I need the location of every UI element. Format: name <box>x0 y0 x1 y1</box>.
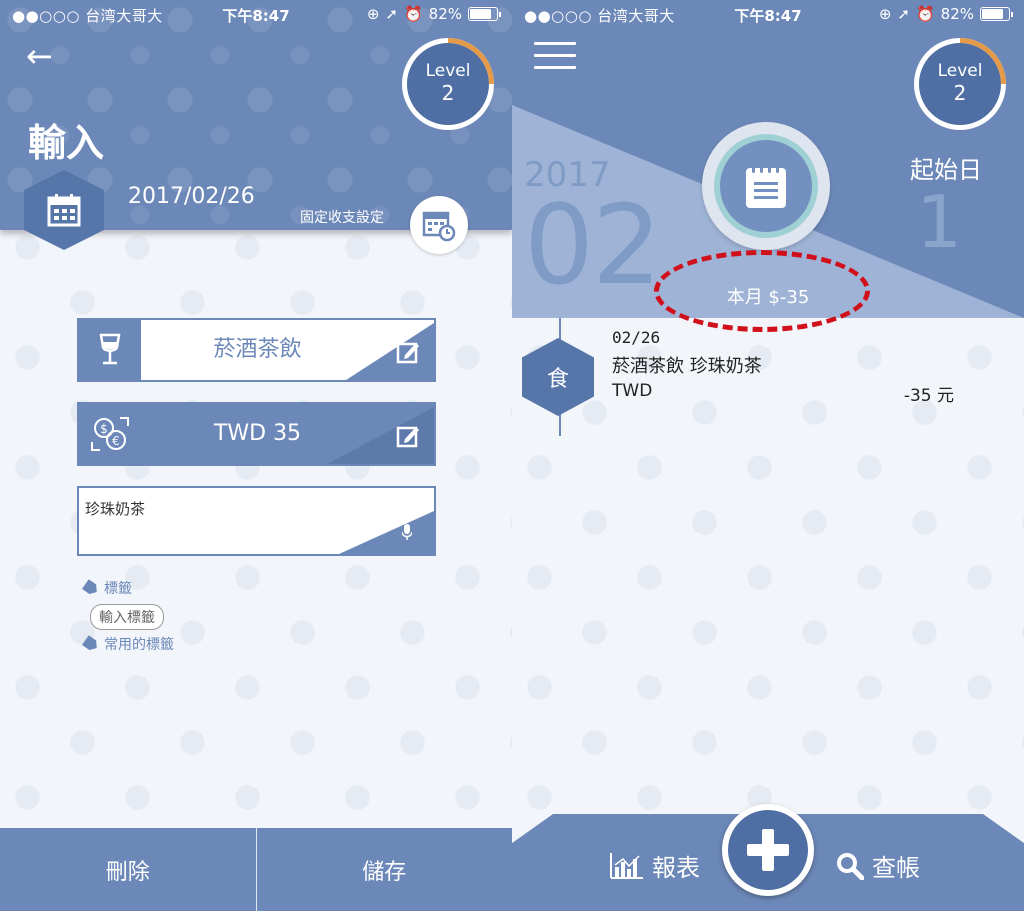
mic-glyph <box>401 524 413 540</box>
save-button[interactable]: 儲存 <box>257 828 513 911</box>
edit-icon[interactable] <box>396 424 420 452</box>
lookup-button[interactable]: 查帳 <box>836 848 920 883</box>
notepad-button[interactable] <box>702 122 830 250</box>
lock-icon: ⊕ <box>878 5 892 23</box>
add-record-button[interactable] <box>722 804 814 896</box>
memo-field[interactable]: 珍珠奶茶 <box>77 486 436 556</box>
bottom-action-bar: 刪除 儲存 <box>0 828 512 911</box>
calendar-icon <box>47 194 81 227</box>
battery-percent: 82% <box>428 5 462 23</box>
status-bar: ●●○○○ 台湾大哥大 下午8:47 ⊕ ➚ ⏰ 82% <box>512 0 1024 28</box>
lock-icon: ⊕ <box>366 5 380 23</box>
tags-label: 標籤 <box>104 581 132 597</box>
edit-pen-icon <box>396 342 419 364</box>
level-badge: Level 2 <box>914 38 1006 130</box>
common-tags-label: 常用的標籤 <box>104 637 174 653</box>
alarm-icon: ⏰ <box>915 5 935 23</box>
notepad-icon <box>746 163 786 208</box>
category-badge: 食 <box>522 338 594 416</box>
date-value[interactable]: 2017/02/26 <box>128 184 255 209</box>
transaction-currency: TWD <box>612 381 653 401</box>
level-badge: Level 2 <box>402 38 494 130</box>
plus-icon <box>747 829 789 871</box>
category-icon-box <box>79 320 141 380</box>
annotation-oval <box>654 250 870 332</box>
level-progress-ring <box>447 38 494 85</box>
amount-icon-box: $ € <box>79 404 141 464</box>
divider <box>255 828 257 911</box>
tag-icon <box>82 579 100 597</box>
transaction-date: 02/26 <box>612 328 661 347</box>
tag-input-button[interactable]: 輸入標籤 <box>90 604 164 630</box>
level-progress-ring <box>959 38 1006 85</box>
input-screen: ●●○○○ 台湾大哥大 下午8:47 ⊕ ➚ ⏰ 82% ← 輸入 Level … <box>0 0 512 911</box>
location-icon: ➚ <box>385 5 398 23</box>
transaction-amount: -35 元 <box>903 386 954 406</box>
status-right: ⊕ ➚ ⏰ 82% <box>878 5 1013 23</box>
status-bar: ●●○○○ 台湾大哥大 下午8:47 ⊕ ➚ ⏰ 82% <box>0 0 512 28</box>
tag-icon <box>82 635 100 653</box>
search-icon <box>837 852 864 880</box>
fixed-settings-label: 固定收支設定 <box>300 210 384 226</box>
hamburger-menu-icon[interactable] <box>534 42 576 78</box>
report-button[interactable]: 報表 <box>610 848 700 883</box>
alarm-icon: ⏰ <box>403 5 423 23</box>
transaction-description[interactable]: 菸酒茶飲 珍珠奶茶 <box>612 352 762 378</box>
svg-text:€: € <box>112 434 120 448</box>
edit-pen-icon <box>396 426 419 448</box>
start-day-value: 1 <box>916 180 962 264</box>
page-title: 輸入 <box>28 121 105 165</box>
ledger-screen: 2017 02 起始日 1 ●●○○○ 台湾大哥大 下午8:47 ⊕ ➚ ⏰ 8… <box>512 0 1024 911</box>
fixed-settings-button[interactable] <box>410 196 468 254</box>
delete-button[interactable]: 刪除 <box>0 828 256 911</box>
edit-icon[interactable] <box>396 340 420 368</box>
tags-row: 標籤 <box>84 578 132 598</box>
battery-icon <box>980 7 1013 21</box>
bar-chart-icon <box>610 852 643 879</box>
battery-percent: 82% <box>940 5 974 23</box>
amount-value: TWD 35 <box>213 421 302 446</box>
amount-field[interactable]: $ € TWD 35 <box>77 402 436 466</box>
calendar-alarm-icon <box>422 211 456 242</box>
memo-text[interactable]: 珍珠奶茶 <box>85 498 145 519</box>
microphone-icon[interactable] <box>401 524 413 544</box>
status-right: ⊕ ➚ ⏰ 82% <box>366 5 501 23</box>
common-tags-row[interactable]: 常用的標籤 <box>84 634 174 654</box>
svg-text:$: $ <box>100 422 108 436</box>
category-field[interactable]: 菸酒茶飲 <box>77 318 436 382</box>
category-value: 菸酒茶飲 <box>213 337 302 362</box>
lookup-label: 查帳 <box>872 854 920 882</box>
back-arrow-icon[interactable]: ← <box>26 40 53 72</box>
location-icon: ➚ <box>897 5 910 23</box>
currency-exchange-icon: $ € <box>91 417 129 451</box>
memo-corner <box>339 511 434 554</box>
report-label: 報表 <box>652 854 700 882</box>
battery-icon <box>468 7 501 21</box>
wine-glass-icon <box>99 333 121 365</box>
